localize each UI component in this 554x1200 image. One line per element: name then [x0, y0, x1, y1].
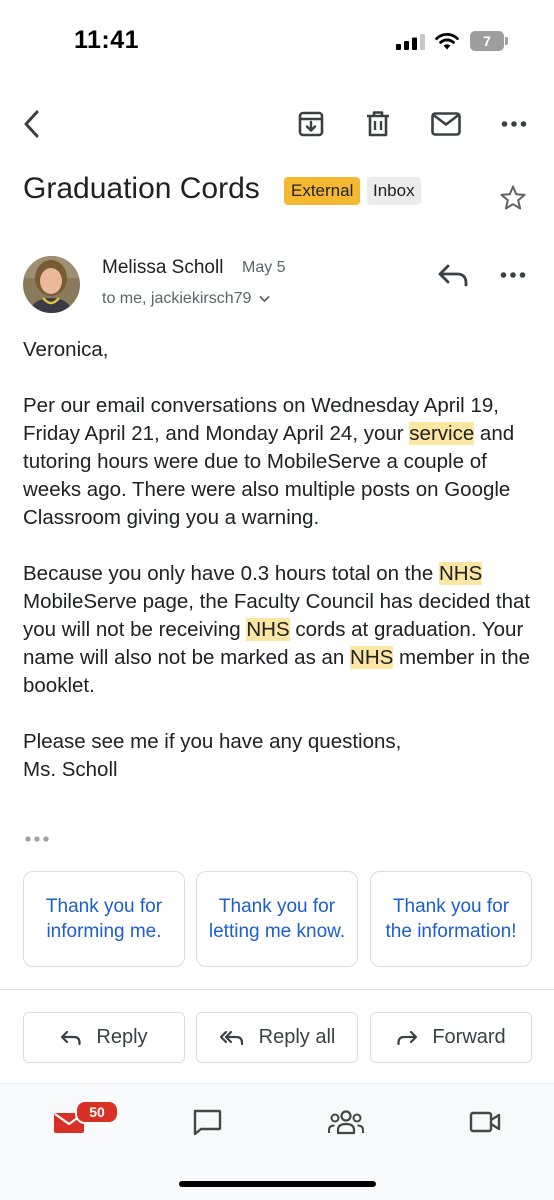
label-external: External — [284, 177, 361, 205]
status-time: 11:41 — [74, 26, 140, 54]
smart-reply-chip[interactable]: Thank you for informing me. — [23, 871, 185, 967]
email-toolbar — [0, 96, 554, 152]
divider — [0, 989, 554, 990]
subject-row: Graduation Cords External Inbox — [23, 172, 533, 212]
email-body: Veronica, Per our email conversations on… — [23, 336, 535, 784]
label-inbox[interactable]: Inbox — [367, 177, 421, 205]
recipients-text: to me, jackiekirsch79 — [102, 290, 252, 307]
reply-icon — [61, 1030, 82, 1045]
sender-name: Melissa Scholl — [102, 257, 224, 278]
search-highlight: NHS — [246, 618, 290, 641]
back-arrow-icon — [24, 110, 39, 138]
more-horizontal-icon[interactable] — [495, 260, 531, 290]
closing-line: Please see me if you have any questions, — [23, 730, 402, 753]
smart-reply-chip[interactable]: Thank you for the information! — [370, 871, 532, 967]
reply-button[interactable]: Reply — [23, 1012, 185, 1063]
trash-icon — [367, 111, 389, 137]
search-highlight: NHS — [350, 646, 394, 669]
chat-icon — [193, 1109, 222, 1136]
sender-header: Melissa Scholl May 5 to me, jackiekirsch… — [23, 252, 533, 316]
back-button[interactable] — [12, 104, 52, 144]
reply-all-label: Reply all — [258, 1026, 336, 1048]
greeting: Veronica, — [23, 338, 109, 361]
signature: Ms. Scholl — [23, 758, 118, 781]
battery-indicator: 7 — [470, 31, 508, 51]
more-horizontal-icon — [501, 121, 527, 127]
unread-count-badge: 50 — [75, 1100, 119, 1124]
battery-level: 7 — [483, 33, 491, 49]
more-options-button[interactable] — [494, 104, 534, 144]
search-highlight: NHS — [438, 562, 483, 585]
reply-label: Reply — [96, 1026, 148, 1048]
mark-unread-button[interactable] — [426, 104, 466, 144]
archive-button[interactable] — [291, 104, 331, 144]
wifi-icon — [435, 33, 459, 50]
avatar[interactable] — [23, 256, 80, 313]
mail-icon — [431, 112, 461, 136]
reply-icon[interactable] — [437, 260, 471, 290]
body-paragraph-2: Because you only have 0.3 hours total on… — [23, 560, 535, 700]
smart-reply-chip[interactable]: Thank you for letting me know. — [196, 871, 358, 967]
forward-icon — [397, 1030, 418, 1045]
reply-actions: Reply Reply all Forward — [23, 1012, 532, 1063]
email-subject: Graduation Cords — [23, 172, 260, 205]
reply-all-button[interactable]: Reply all — [196, 1012, 358, 1063]
chevron-down-icon — [259, 296, 270, 302]
delete-button[interactable] — [358, 104, 398, 144]
nav-chat[interactable] — [184, 1102, 230, 1142]
text-run: Because you only have 0.3 hours total on… — [23, 562, 439, 585]
forward-button[interactable]: Forward — [370, 1012, 532, 1063]
closing: Please see me if you have any questions,… — [23, 728, 535, 784]
battery-tip — [505, 37, 508, 45]
home-indicator[interactable] — [179, 1181, 376, 1187]
body-paragraph-1: Per our email conversations on Wednesday… — [23, 392, 535, 532]
recipients-toggle[interactable]: to me, jackiekirsch79 — [102, 290, 270, 308]
avatar-photo — [23, 256, 80, 313]
nav-spaces[interactable] — [323, 1102, 369, 1142]
star-icon[interactable] — [499, 184, 527, 212]
email-date: May 5 — [242, 259, 286, 276]
archive-icon — [298, 111, 324, 137]
search-highlight: service — [409, 422, 475, 445]
status-bar: 11:41 7 — [0, 0, 554, 84]
smart-replies: Thank you for informing me. Thank you fo… — [23, 871, 532, 967]
cellular-signal-icon — [396, 34, 425, 50]
nav-meet[interactable] — [462, 1102, 508, 1142]
video-camera-icon — [469, 1111, 501, 1133]
people-icon — [328, 1110, 364, 1135]
reply-all-icon — [219, 1030, 243, 1045]
forward-label: Forward — [432, 1026, 506, 1048]
show-trimmed-content-icon[interactable] — [24, 832, 50, 846]
